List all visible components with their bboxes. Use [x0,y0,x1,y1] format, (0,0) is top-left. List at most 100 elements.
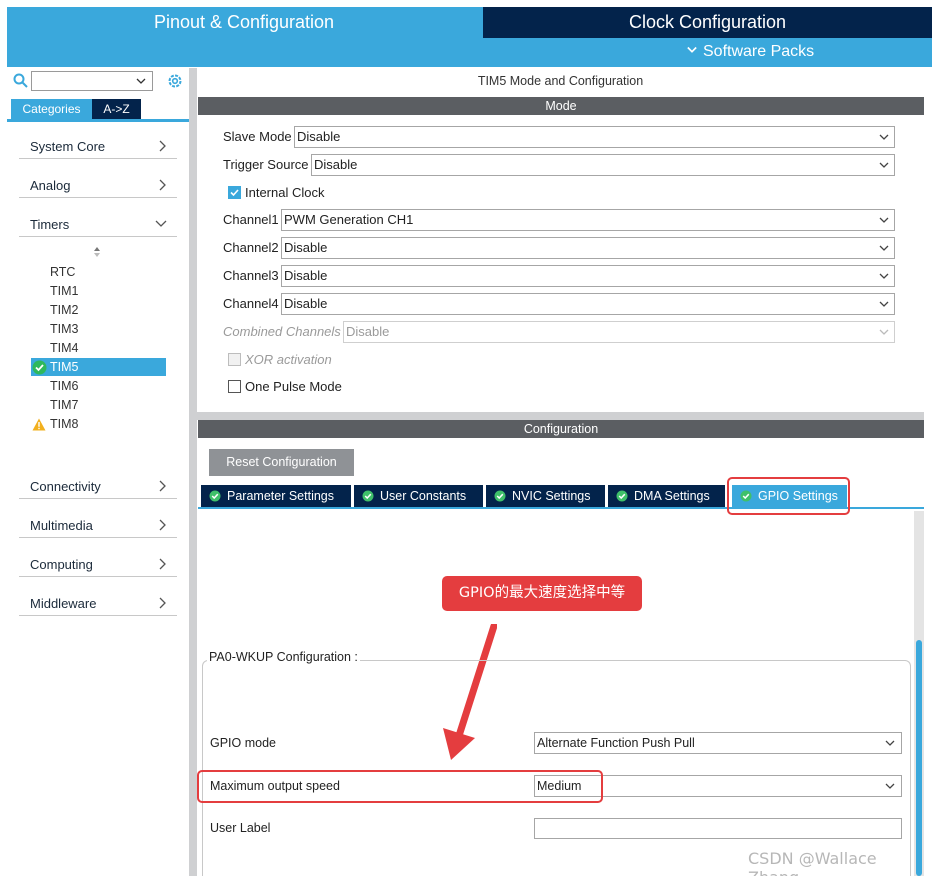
timer-item-tim5[interactable]: TIM5 [50,360,78,374]
chevron-down-icon [879,301,889,307]
combined-channels-label: Combined Channels [223,324,341,339]
trigger-source-label: Trigger Source [223,157,309,172]
category-label: Computing [30,557,93,572]
checkmark-icon [230,189,239,197]
channel3-label: Channel3 [223,268,279,283]
timer-item-tim1[interactable]: TIM1 [50,284,78,298]
chevron-right-icon [159,558,166,570]
gpio-mode-select[interactable]: Alternate Function Push Pull [534,732,902,754]
channel4-label: Channel4 [223,296,279,311]
chevron-down-icon [687,46,697,53]
chevron-right-icon [159,480,166,492]
timer-item-tim2[interactable]: TIM2 [50,303,78,317]
timer-item-tim3[interactable]: TIM3 [50,322,78,336]
tab-label: NVIC Settings [512,489,591,503]
check-circle-icon [362,490,374,502]
category-middleware[interactable]: Middleware [19,588,177,616]
chevron-down-icon [879,245,889,251]
channel1-label: Channel1 [223,212,279,227]
chevron-down-icon [885,783,895,789]
timer-item-rtc[interactable]: RTC [50,265,75,279]
section-splitter[interactable] [197,412,924,420]
slave-mode-select[interactable]: Disable [294,126,895,148]
tab-clock-configuration[interactable]: Clock Configuration [483,7,932,38]
check-circle-icon [209,490,221,502]
channel2-select[interactable]: Disable [281,237,895,259]
channel4-value: Disable [284,296,328,311]
category-label: Middleware [30,596,97,611]
gear-icon[interactable] [166,72,184,90]
search-icon[interactable] [13,73,28,88]
tab-underline [7,119,189,122]
combined-channels-value: Disable [346,324,390,339]
gpio-mode-value: Alternate Function Push Pull [537,736,695,750]
chevron-down-icon [879,329,889,335]
search-input[interactable] [31,71,153,91]
tab-label: User Constants [380,489,467,503]
tab-a-to-z[interactable]: A->Z [92,99,141,119]
internal-clock-checkbox[interactable] [228,186,241,199]
category-label: Connectivity [30,479,101,494]
channel2-label: Channel2 [223,240,279,255]
timer-item-tim4[interactable]: TIM4 [50,341,78,355]
user-label-label: User Label [210,821,271,835]
chevron-right-icon [159,179,166,191]
one-pulse-mode-label: One Pulse Mode [245,379,342,394]
tab-nvic-settings[interactable]: NVIC Settings [486,485,605,507]
tab-user-constants[interactable]: User Constants [354,485,483,507]
channel4-select[interactable]: Disable [281,293,895,315]
tab-label: DMA Settings [634,489,710,503]
chevron-right-icon [159,140,166,152]
timer-item-tim7[interactable]: TIM7 [50,398,78,412]
software-packs-label: Software Packs [703,43,815,60]
chevron-right-icon [159,519,166,531]
top-header: Pinout & Configuration Clock Configurati… [7,7,932,67]
category-computing[interactable]: Computing [19,549,177,577]
xor-activation-label: XOR activation [245,352,332,367]
user-label-input[interactable] [534,818,902,839]
channel2-value: Disable [284,240,328,255]
reset-configuration-button[interactable]: Reset Configuration [209,449,354,476]
sort-icon[interactable] [92,246,102,258]
check-circle-icon [32,360,47,375]
category-analog[interactable]: Analog [19,170,177,198]
slave-mode-label: Slave Mode [223,129,292,144]
warning-icon [32,418,46,431]
timer-item-tim6[interactable]: TIM6 [50,379,78,393]
category-label: System Core [30,139,106,154]
category-timers[interactable]: Timers [19,209,177,237]
channel3-select[interactable]: Disable [281,265,895,287]
software-packs-menu[interactable]: Software Packs [687,41,814,63]
timer-item-tim8[interactable]: TIM8 [50,417,78,431]
chevron-down-icon [879,162,889,168]
mode-section-header: Mode [198,97,924,115]
tab-label: Parameter Settings [227,489,334,503]
configuration-section-header: Configuration [198,420,924,438]
channel1-value: PWM Generation CH1 [284,212,414,227]
category-connectivity[interactable]: Connectivity [19,471,177,499]
watermark: CSDN @Wallace Zhang [748,849,877,876]
gpio-config-group [202,660,911,876]
xor-activation-checkbox [228,353,241,366]
chevron-down-icon [879,134,889,140]
chevron-down-icon [879,217,889,223]
trigger-source-select[interactable]: Disable [311,154,895,176]
slave-mode-value: Disable [297,129,341,144]
chevron-down-icon [155,220,167,227]
tab-parameter-settings[interactable]: Parameter Settings [201,485,351,507]
left-panel: Categories A->Z System Core Analog Timer… [7,68,197,876]
category-system-core[interactable]: System Core [19,131,177,159]
annotation-callout: GPIO的最大速度选择中等 [442,576,642,611]
scrollbar-thumb[interactable] [916,640,922,876]
tab-categories[interactable]: Categories [11,99,92,119]
category-label: Multimedia [30,518,93,533]
category-multimedia[interactable]: Multimedia [19,510,177,538]
panel-splitter[interactable] [189,68,197,876]
tab-pinout-configuration[interactable]: Pinout & Configuration [7,7,481,38]
channel1-select[interactable]: PWM Generation CH1 [281,209,895,231]
tab-dma-settings[interactable]: DMA Settings [608,485,725,507]
one-pulse-mode-checkbox[interactable] [228,380,241,393]
annotation-highlight-gpio-tab [727,477,850,515]
chevron-down-icon [136,78,146,84]
category-label: Timers [30,217,70,232]
